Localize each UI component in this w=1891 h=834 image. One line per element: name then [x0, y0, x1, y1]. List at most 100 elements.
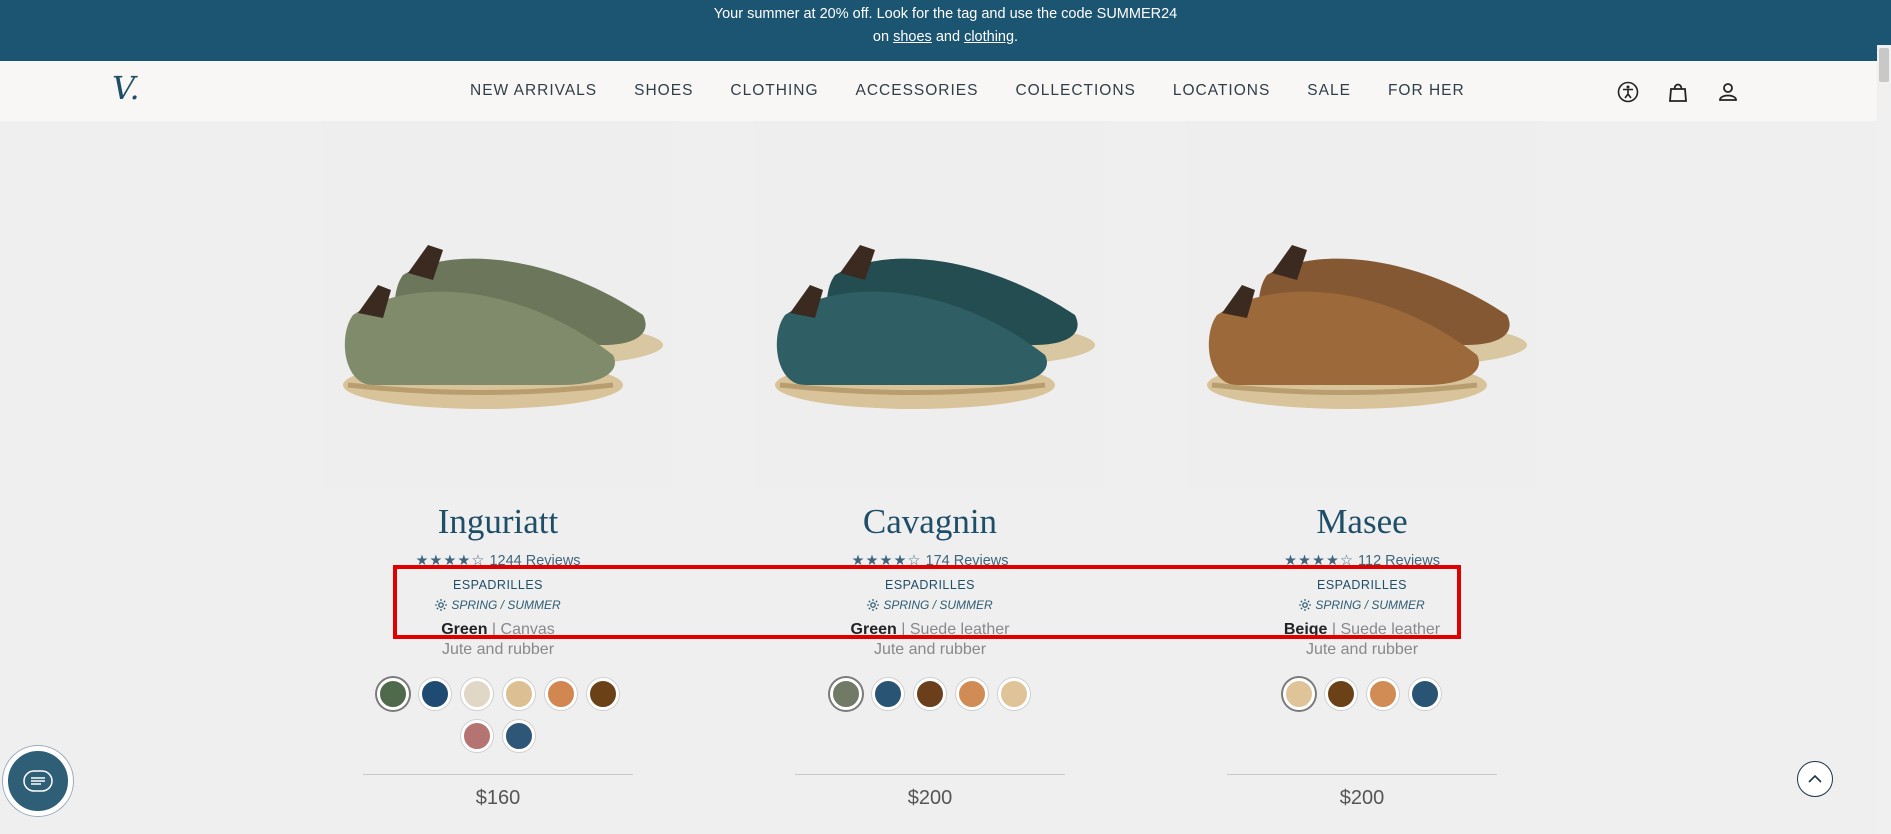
shoe-illustration	[1207, 244, 1527, 409]
nav-collections[interactable]: COLLECTIONS	[1015, 82, 1135, 100]
sole-material: Jute and rubber	[441, 641, 555, 658]
color-swatches	[820, 678, 1040, 710]
separator: |	[901, 621, 906, 638]
brand-logo[interactable]: V.	[112, 69, 140, 107]
color-swatch[interactable]	[998, 678, 1030, 710]
color-swatch[interactable]	[1409, 678, 1441, 710]
nav-new-arrivals[interactable]: NEW ARRIVALS	[470, 82, 597, 100]
shopping-bag-icon[interactable]	[1665, 79, 1691, 105]
color-swatch[interactable]	[419, 678, 451, 710]
review-count: 1244 Reviews	[489, 553, 581, 569]
nav-for-her[interactable]: FOR HER	[1388, 82, 1465, 100]
product-image[interactable]	[1187, 121, 1537, 488]
sole-material: Jute and rubber	[1305, 641, 1419, 658]
color-swatch[interactable]	[956, 678, 988, 710]
rating-stars: ★★★★☆	[415, 553, 486, 569]
season-label: SPRING / SUMMER	[451, 598, 561, 612]
main-nav: V. NEW ARRIVALS SHOES CLOTHING ACCESSORI…	[0, 61, 1891, 121]
announcement-bar: Your summer at 20% off. Look for the tag…	[0, 0, 1891, 61]
divider	[363, 774, 633, 775]
color-swatch[interactable]	[377, 678, 409, 710]
color-swatch[interactable]	[872, 678, 904, 710]
color-swatch[interactable]	[1283, 678, 1315, 710]
nav-icons	[1615, 79, 1741, 105]
product-category: ESPADRILLES	[1316, 578, 1408, 592]
color-swatch[interactable]	[830, 678, 862, 710]
color-name: Green	[441, 621, 488, 638]
color-swatches	[373, 678, 623, 752]
color-material: Beige | Suede leather	[1187, 620, 1537, 640]
sun-icon	[1299, 599, 1312, 611]
product-category: ESPADRILLES	[452, 578, 544, 592]
scrollbar-thumb[interactable]	[1879, 48, 1889, 82]
material: Suede leather	[909, 621, 1010, 638]
color-swatch[interactable]	[503, 720, 535, 752]
page-scrollbar[interactable]	[1877, 45, 1891, 834]
sun-icon	[435, 599, 448, 611]
product-card[interactable]: Masee ★★★★☆ 112 Reviews ESPADRILLES SPRI…	[1187, 121, 1537, 810]
review-count: 112 Reviews	[1358, 553, 1440, 569]
announcement-and: and	[935, 29, 961, 45]
product-card[interactable]: Cavagnin ★★★★☆ 174 Reviews ESPADRILLES S…	[755, 121, 1105, 810]
sole-material: Jute and rubber	[873, 641, 987, 658]
color-name: Beige	[1283, 621, 1328, 638]
material: Suede leather	[1340, 621, 1441, 638]
nav-sale[interactable]: SALE	[1307, 82, 1351, 100]
shoe-illustration	[343, 244, 663, 409]
nav-clothing[interactable]: CLOTHING	[730, 82, 818, 100]
product-rating[interactable]: ★★★★☆ 1244 Reviews	[323, 553, 673, 573]
product-price: $200	[1339, 787, 1385, 809]
announcement-line-1: Your summer at 20% off. Look for the tag…	[713, 6, 1178, 22]
divider	[1227, 774, 1497, 775]
color-swatch[interactable]	[914, 678, 946, 710]
announcement-line-2: on shoes and clothing.	[0, 26, 1891, 49]
product-name[interactable]: Inguriatt	[323, 502, 673, 544]
rating-stars: ★★★★☆	[1284, 553, 1354, 569]
product-image[interactable]	[323, 121, 673, 488]
nav-shoes[interactable]: SHOES	[634, 82, 693, 100]
product-name[interactable]: Masee	[1187, 502, 1537, 544]
chevron-up-icon	[1808, 774, 1822, 783]
color-swatch[interactable]	[545, 678, 577, 710]
season-label: SPRING / SUMMER	[1315, 598, 1425, 612]
accessibility-icon[interactable]	[1615, 79, 1641, 105]
product-category: ESPADRILLES	[884, 578, 976, 592]
season-tag: SPRING / SUMMER	[323, 596, 673, 614]
product-card[interactable]: Inguriatt ★★★★☆ 1244 Reviews ESPADRILLES…	[323, 121, 673, 810]
product-image[interactable]	[755, 121, 1105, 488]
review-count: 174 Reviews	[925, 553, 1009, 569]
shoes-link[interactable]: shoes	[893, 29, 932, 45]
material: Canvas	[500, 621, 555, 638]
product-name[interactable]: Cavagnin	[755, 502, 1105, 544]
color-swatch[interactable]	[1367, 678, 1399, 710]
color-name: Green	[850, 621, 897, 638]
sun-icon	[867, 599, 880, 611]
color-swatch[interactable]	[1325, 678, 1357, 710]
account-icon[interactable]	[1715, 79, 1741, 105]
color-swatch[interactable]	[461, 678, 493, 710]
product-price: $200	[907, 787, 953, 809]
chat-button[interactable]	[3, 746, 73, 816]
season-tag: SPRING / SUMMER	[755, 596, 1105, 614]
nav-accessories[interactable]: ACCESSORIES	[856, 82, 979, 100]
announcement-end: .	[1014, 29, 1019, 45]
back-to-top-button[interactable]	[1797, 761, 1833, 797]
color-material: Green | Suede leather	[755, 620, 1105, 640]
color-material: Green | Canvas	[323, 620, 673, 640]
season-tag: SPRING / SUMMER	[1187, 596, 1537, 614]
rating-stars: ★★★★☆	[851, 553, 922, 569]
clothing-link[interactable]: clothing	[964, 29, 1014, 45]
divider	[795, 774, 1065, 775]
announcement-prefix: on	[872, 29, 890, 45]
color-swatch[interactable]	[461, 720, 493, 752]
separator: |	[1331, 621, 1337, 638]
product-rating[interactable]: ★★★★☆ 174 Reviews	[755, 553, 1105, 573]
season-label: SPRING / SUMMER	[883, 598, 993, 612]
nav-links: NEW ARRIVALS SHOES CLOTHING ACCESSORIES …	[470, 61, 1502, 121]
product-price: $160	[475, 787, 521, 809]
color-swatch[interactable]	[587, 678, 619, 710]
separator: |	[491, 621, 497, 638]
nav-locations[interactable]: LOCATIONS	[1173, 82, 1270, 100]
product-rating[interactable]: ★★★★☆ 112 Reviews	[1187, 553, 1537, 573]
color-swatch[interactable]	[503, 678, 535, 710]
